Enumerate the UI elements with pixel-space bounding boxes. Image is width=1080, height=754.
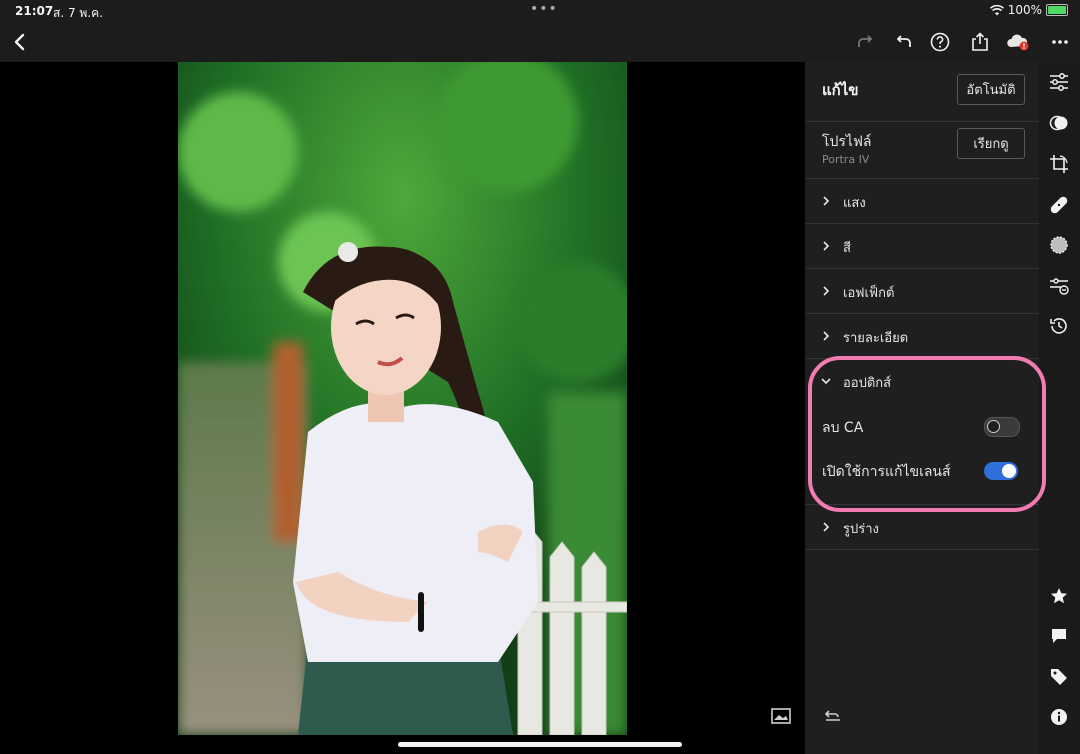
tag-icon[interactable]: [1048, 666, 1070, 688]
section-label: รูปร่าง: [843, 522, 879, 537]
wifi-icon: [989, 4, 1004, 15]
info-icon[interactable]: [1048, 706, 1070, 728]
home-indicator[interactable]: [398, 742, 682, 747]
chevron-right-icon: [823, 522, 830, 532]
comment-icon[interactable]: [1048, 625, 1070, 647]
section-detail[interactable]: รายละเอียด: [805, 314, 1039, 358]
chevron-right-icon: [823, 286, 830, 296]
section-color[interactable]: สี: [805, 224, 1039, 268]
chevron-right-icon: [823, 196, 830, 206]
section-label: สี: [843, 241, 851, 256]
edit-title: แก้ไข: [822, 81, 859, 99]
masking-icon[interactable]: [1048, 234, 1070, 256]
status-date: ส. 7 พ.ค.: [53, 6, 103, 20]
profile-value: Portra IV: [822, 153, 870, 166]
photo[interactable]: [178, 62, 627, 735]
status-bar: 21:07 ส. 7 พ.ค. ••• 100%: [0, 0, 1080, 22]
edit-header: แก้ไข อัตโนมัติ: [805, 62, 1039, 121]
battery-icon: [1046, 4, 1068, 16]
redo-icon[interactable]: [851, 28, 879, 56]
more-icon[interactable]: [1046, 28, 1074, 56]
section-light[interactable]: แสง: [805, 179, 1039, 223]
optics-highlight-annotation: [808, 356, 1046, 512]
photo-canvas[interactable]: [0, 62, 805, 754]
presets-icon[interactable]: [1048, 112, 1070, 134]
section-effects[interactable]: เอฟเฟ็กต์: [805, 269, 1039, 313]
back-icon[interactable]: [6, 28, 34, 56]
top-toolbar: [0, 22, 1080, 62]
star-icon[interactable]: [1048, 585, 1070, 607]
multitasking-dots-icon[interactable]: •••: [530, 1, 558, 17]
reset-icon[interactable]: [823, 707, 843, 723]
battery-percent: 100%: [1007, 3, 1042, 17]
history-icon[interactable]: [1048, 315, 1070, 337]
auto-button[interactable]: อัตโนมัติ: [957, 74, 1025, 105]
undo-icon[interactable]: [890, 28, 918, 56]
profile-row[interactable]: โปรไฟล์ Portra IV เรียกดู: [805, 122, 1039, 178]
section-label: รายละเอียด: [843, 331, 909, 346]
crop-icon[interactable]: [1048, 153, 1070, 175]
edit-sliders-icon[interactable]: [1048, 71, 1070, 93]
versions-icon[interactable]: [1048, 275, 1070, 297]
section-label: แสง: [843, 196, 866, 211]
browse-button[interactable]: เรียกดู: [957, 128, 1025, 159]
profile-title: โปรไฟล์: [822, 134, 872, 150]
healing-icon[interactable]: [1048, 194, 1070, 216]
chevron-right-icon: [823, 331, 830, 341]
help-icon[interactable]: [926, 28, 954, 56]
status-time: 21:07: [15, 4, 54, 18]
share-icon[interactable]: [966, 28, 994, 56]
section-label: เอฟเฟ็กต์: [843, 286, 895, 301]
compare-icon[interactable]: [771, 708, 791, 724]
chevron-right-icon: [823, 241, 830, 251]
cloud-icon[interactable]: [1004, 28, 1032, 56]
